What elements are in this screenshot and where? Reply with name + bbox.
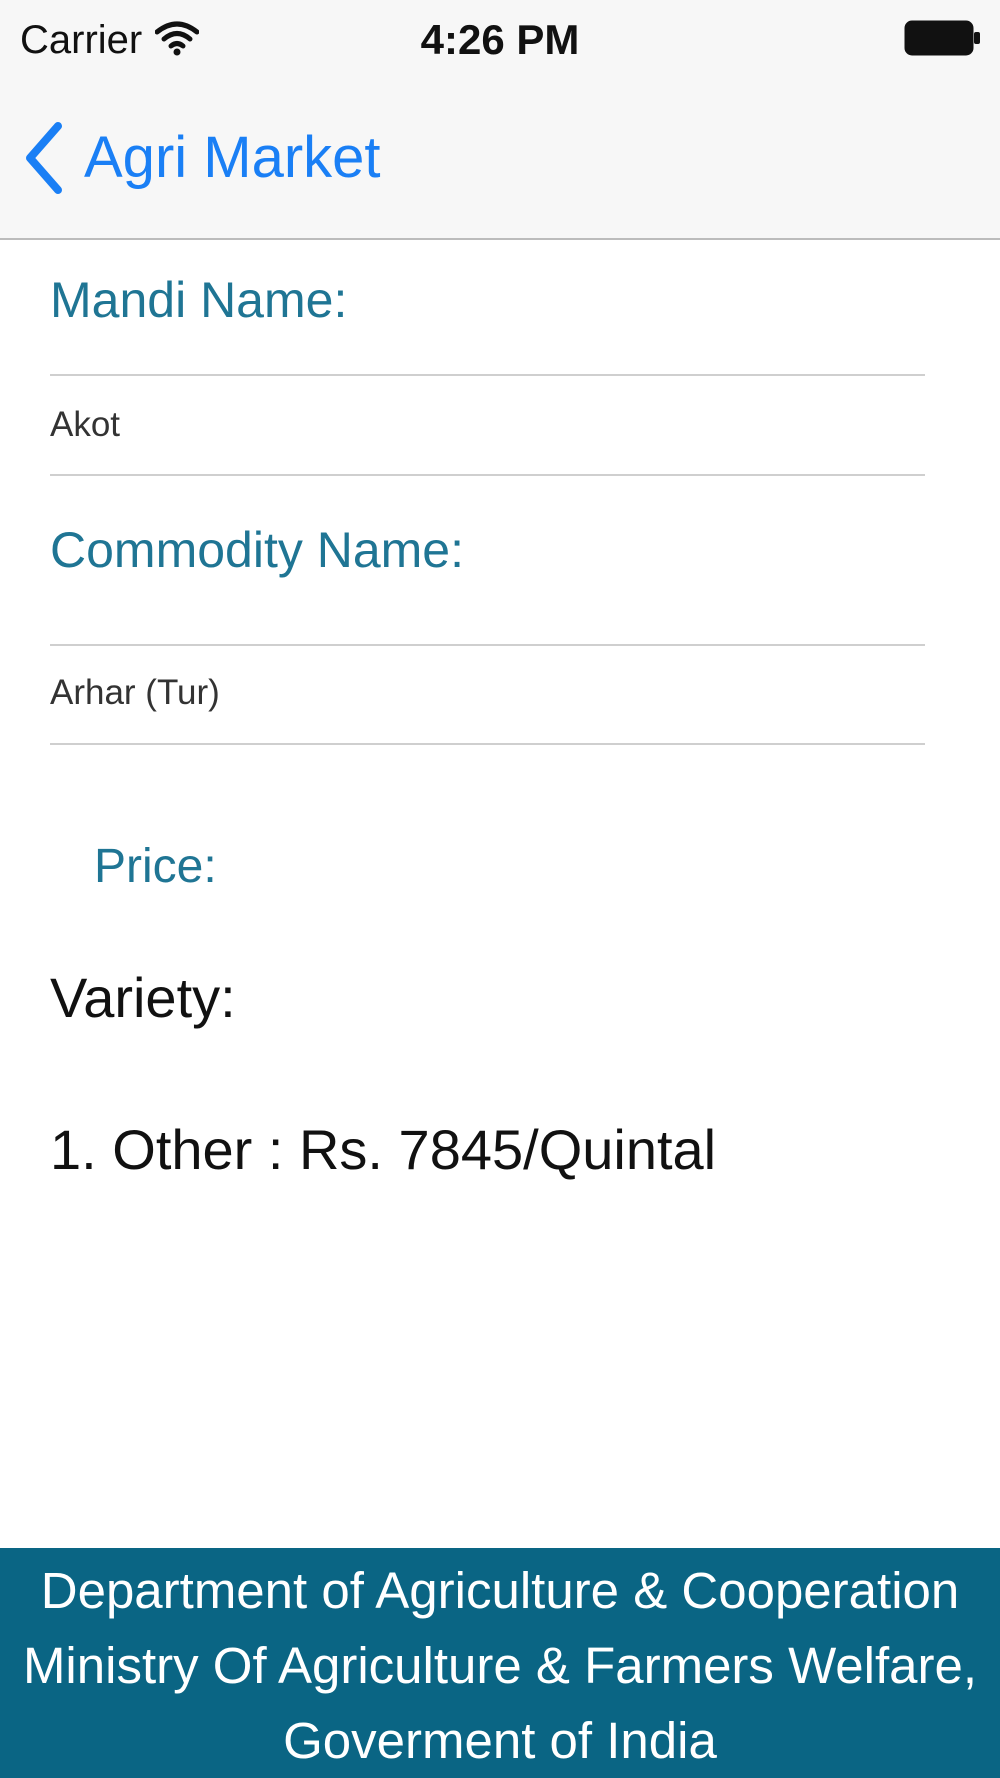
separator: [50, 743, 925, 745]
navigation-bar: Agri Market: [0, 78, 1000, 240]
mandi-name-title: Mandi Name:: [50, 272, 348, 328]
chevron-left-icon: [26, 122, 62, 194]
footer-banner: Department of Agriculture & Cooperation …: [0, 1548, 1000, 1778]
commodity-name-title: Commodity Name:: [50, 522, 464, 578]
commodity-name-value: Arhar (Tur): [50, 673, 220, 712]
mandi-name-value: Akot: [50, 405, 121, 444]
price-title: Price:: [94, 840, 217, 893]
variety-price-item: 1. Other : Rs. 7845/Quintal: [50, 1118, 717, 1181]
footer-department: Department of Agriculture & Cooperation: [40, 1562, 960, 1619]
footer-government: Goverment of India: [283, 1712, 717, 1769]
back-button-label: Agri Market: [84, 125, 381, 190]
separator: [50, 644, 925, 646]
battery-icon: [904, 20, 980, 56]
footer-ministry: Ministry Of Agriculture & Farmers Welfar…: [22, 1637, 978, 1694]
separator: [50, 474, 925, 476]
status-time: 4:26 PM: [420, 16, 580, 63]
separator: [50, 374, 925, 376]
back-button[interactable]: Agri Market: [22, 118, 381, 198]
variety-title: Variety:: [50, 966, 236, 1029]
status-bar: Carrier 4:26 PM: [0, 0, 1000, 78]
